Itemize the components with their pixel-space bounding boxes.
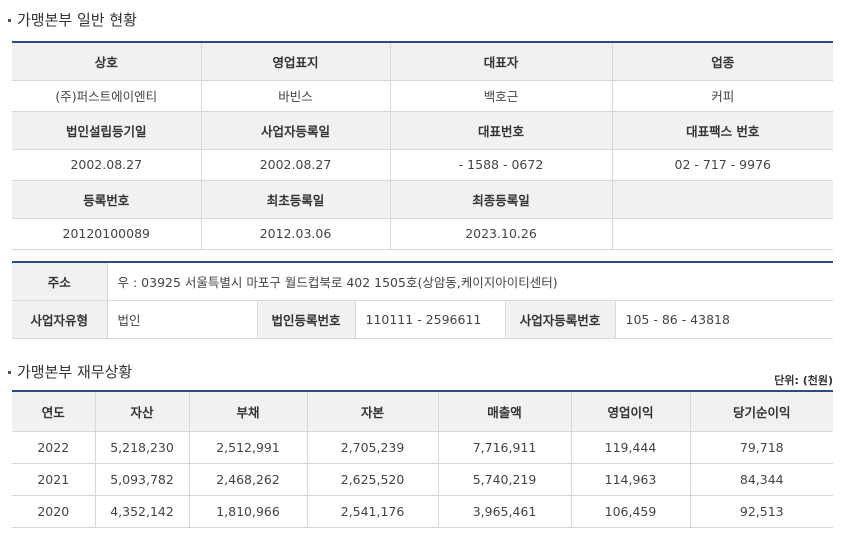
finance-header-row: 연도 자산 부채 자본 매출액 영업이익 당기순이익 [12, 391, 833, 432]
value-first-reg-date: 2012.03.06 [201, 218, 391, 250]
cell-equity: 2,541,176 [307, 495, 439, 528]
cell-liabilities: 1,810,966 [189, 495, 308, 528]
general-info-table: 상호 영업표지 대표자 업종 (주)퍼스트에이엔티 바빈스 백호근 커피 법인설… [12, 41, 833, 250]
general-title-text: 가맹본부 일반 현황 [17, 11, 137, 29]
value-biz-reg-date: 2002.08.27 [201, 149, 391, 181]
header-fax: 대표팩스 번호 [612, 111, 833, 150]
cell-liabilities: 2,512,991 [189, 431, 308, 464]
header-operating-profit: 영업이익 [571, 391, 691, 432]
header-phone: 대표번호 [390, 111, 613, 150]
cell-revenue: 3,965,461 [438, 495, 572, 528]
address-label: 주소 [12, 262, 108, 301]
value-incorporation-date: 2002.08.27 [12, 149, 202, 181]
cell-net-income: 92,513 [690, 495, 833, 528]
biz-type-label: 사업자유형 [12, 300, 108, 339]
cell-liabilities: 2,468,262 [189, 463, 308, 496]
value-industry: 커피 [612, 80, 833, 112]
cell-equity: 2,705,239 [307, 431, 439, 464]
biz-reg-value: 105 - 86 - 43818 [615, 300, 833, 339]
value-phone: - 1588 - 0672 [390, 149, 613, 181]
value-fax: 02 - 717 - 9976 [612, 149, 833, 181]
header-incorporation-date: 법인설립등기일 [12, 111, 202, 150]
cell-operating-profit: 106,459 [571, 495, 691, 528]
corp-reg-value: 110111 - 2596611 [355, 300, 506, 339]
cell-revenue: 5,740,219 [438, 463, 572, 496]
header-ceo: 대표자 [390, 42, 613, 81]
general-header-row-3: 등록번호 최초등록일 최종등록일 [12, 180, 833, 219]
header-revenue: 매출액 [438, 391, 572, 432]
table-row: 2022 5,218,230 2,512,991 2,705,239 7,716… [12, 431, 833, 464]
general-value-row-2: 2002.08.27 2002.08.27 - 1588 - 0672 02 -… [12, 149, 833, 181]
cell-operating-profit: 114,963 [571, 463, 691, 496]
header-net-income: 당기순이익 [690, 391, 833, 432]
header-year: 연도 [12, 391, 96, 432]
cell-assets: 4,352,142 [95, 495, 190, 528]
cell-net-income: 79,718 [690, 431, 833, 464]
header-liabilities: 부채 [189, 391, 308, 432]
cell-year: 2020 [12, 495, 96, 528]
unit-label: 단위: (천원) [774, 374, 833, 387]
header-last-reg-date: 최종등록일 [390, 180, 613, 219]
value-reg-number: 20120100089 [12, 218, 202, 250]
cell-equity: 2,625,520 [307, 463, 439, 496]
header-biz-reg-date: 사업자등록일 [201, 111, 391, 150]
cell-year: 2022 [12, 431, 96, 464]
value-last-reg-date: 2023.10.26 [390, 218, 613, 250]
corp-reg-label: 법인등록번호 [257, 300, 356, 339]
value-ceo: 백호근 [390, 80, 613, 112]
general-value-row-1: (주)퍼스트에이엔티 바빈스 백호근 커피 [12, 80, 833, 112]
finance-title-text: 가맹본부 재무상황 [17, 363, 133, 381]
finance-section-title: 가맹본부 재무상황 [8, 361, 132, 382]
general-header-row-2: 법인설립등기일 사업자등록일 대표번호 대표팩스 번호 [12, 111, 833, 150]
biz-type-value: 법인 [107, 300, 258, 339]
general-section-title: 가맹본부 일반 현황 [8, 9, 137, 30]
header-reg-number: 등록번호 [12, 180, 202, 219]
biz-reg-label: 사업자등록번호 [505, 300, 616, 339]
value-company-name: (주)퍼스트에이엔티 [12, 80, 202, 112]
general-header-row-1: 상호 영업표지 대표자 업종 [12, 42, 833, 81]
header-empty [612, 180, 833, 219]
cell-assets: 5,218,230 [95, 431, 190, 464]
header-industry: 업종 [612, 42, 833, 81]
cell-revenue: 7,716,911 [438, 431, 572, 464]
bullet-icon [8, 371, 11, 374]
cell-assets: 5,093,782 [95, 463, 190, 496]
table-row: 2021 5,093,782 2,468,262 2,625,520 5,740… [12, 463, 833, 496]
header-first-reg-date: 최초등록일 [201, 180, 391, 219]
registration-row: 사업자유형 법인 법인등록번호 110111 - 2596611 사업자등록번호… [12, 300, 833, 339]
address-row: 주소 우 : 03925 서울특별시 마포구 월드컵북로 402 1505호(상… [12, 262, 833, 301]
value-brand: 바빈스 [201, 80, 391, 112]
address-value: 우 : 03925 서울특별시 마포구 월드컵북로 402 1505호(상암동,… [107, 262, 833, 301]
cell-year: 2021 [12, 463, 96, 496]
cell-net-income: 84,344 [690, 463, 833, 496]
header-equity: 자본 [307, 391, 439, 432]
header-assets: 자산 [95, 391, 190, 432]
header-company-name: 상호 [12, 42, 202, 81]
value-empty [612, 218, 833, 250]
bullet-icon [8, 19, 11, 22]
general-value-row-3: 20120100089 2012.03.06 2023.10.26 [12, 218, 833, 250]
cell-operating-profit: 119,444 [571, 431, 691, 464]
table-row: 2020 4,352,142 1,810,966 2,541,176 3,965… [12, 495, 833, 528]
finance-table: 연도 자산 부채 자본 매출액 영업이익 당기순이익 2022 5,218,23… [12, 390, 833, 528]
header-brand: 영업표지 [201, 42, 391, 81]
address-table: 주소 우 : 03925 서울특별시 마포구 월드컵북로 402 1505호(상… [12, 261, 833, 339]
